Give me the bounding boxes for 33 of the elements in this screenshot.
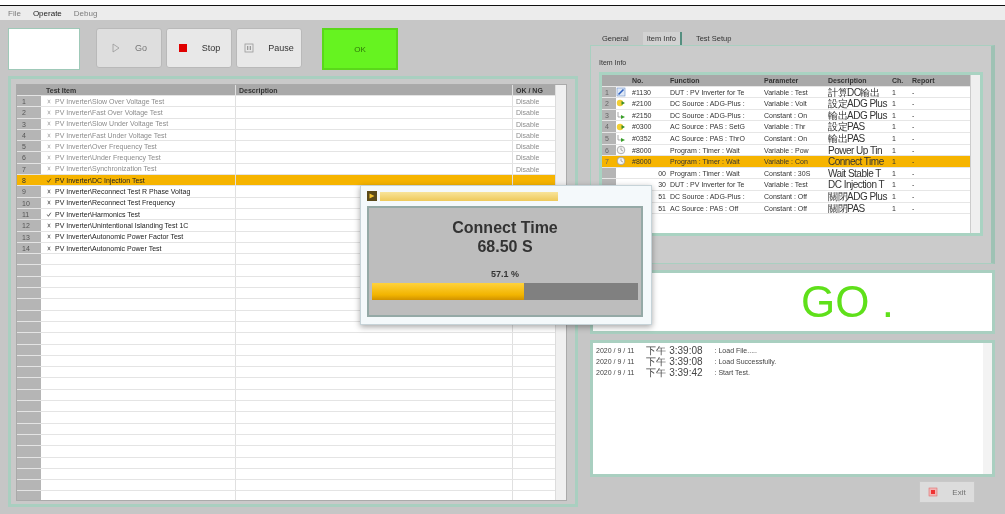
menu-item[interactable]: Operate bbox=[32, 8, 62, 18]
input-field[interactable] bbox=[8, 28, 80, 70]
clock-icon bbox=[616, 156, 626, 167]
scrollbar[interactable] bbox=[983, 343, 992, 474]
table-cell: Wait Stable T bbox=[828, 167, 881, 179]
progress-percent: 57.1 % bbox=[491, 269, 519, 279]
log-time: 下午 3:39:42 bbox=[646, 367, 703, 378]
stop-button[interactable]: Stop bbox=[166, 28, 232, 68]
table-cell: 設定PAS bbox=[828, 121, 865, 132]
arrow-icon bbox=[616, 133, 626, 144]
table-cell: 計算DC輸出 bbox=[828, 86, 880, 98]
log-time: 下午 3:39:08 bbox=[646, 345, 703, 356]
pause-icon bbox=[244, 43, 255, 53]
play-icon bbox=[111, 43, 121, 53]
table-cell: Power Up Tin bbox=[828, 144, 883, 156]
stop-icon bbox=[928, 487, 939, 497]
scrollbar[interactable] bbox=[970, 75, 980, 233]
edit-icon bbox=[616, 86, 626, 97]
arrow-icon bbox=[616, 110, 626, 121]
table-cell: 輸出ADG Plus bbox=[828, 109, 887, 121]
table-cell: Connect Time bbox=[828, 156, 884, 167]
table-cell: DC Injection T bbox=[828, 179, 885, 190]
app-icon bbox=[367, 191, 377, 201]
status-indicator: OK bbox=[322, 28, 398, 70]
log-time: 下午 3:39:08 bbox=[646, 356, 703, 367]
table-cell: 關閉PAS bbox=[828, 202, 865, 214]
clock-icon bbox=[616, 144, 626, 155]
pause-button[interactable]: Pause bbox=[236, 28, 302, 68]
table-cell: 關閉ADG Plus bbox=[828, 190, 887, 202]
table-cell: 設定ADG Plus bbox=[828, 98, 887, 109]
status-text: GO . bbox=[800, 277, 894, 327]
table-cell: 輸出PAS bbox=[828, 132, 865, 144]
stop-icon bbox=[177, 43, 188, 53]
